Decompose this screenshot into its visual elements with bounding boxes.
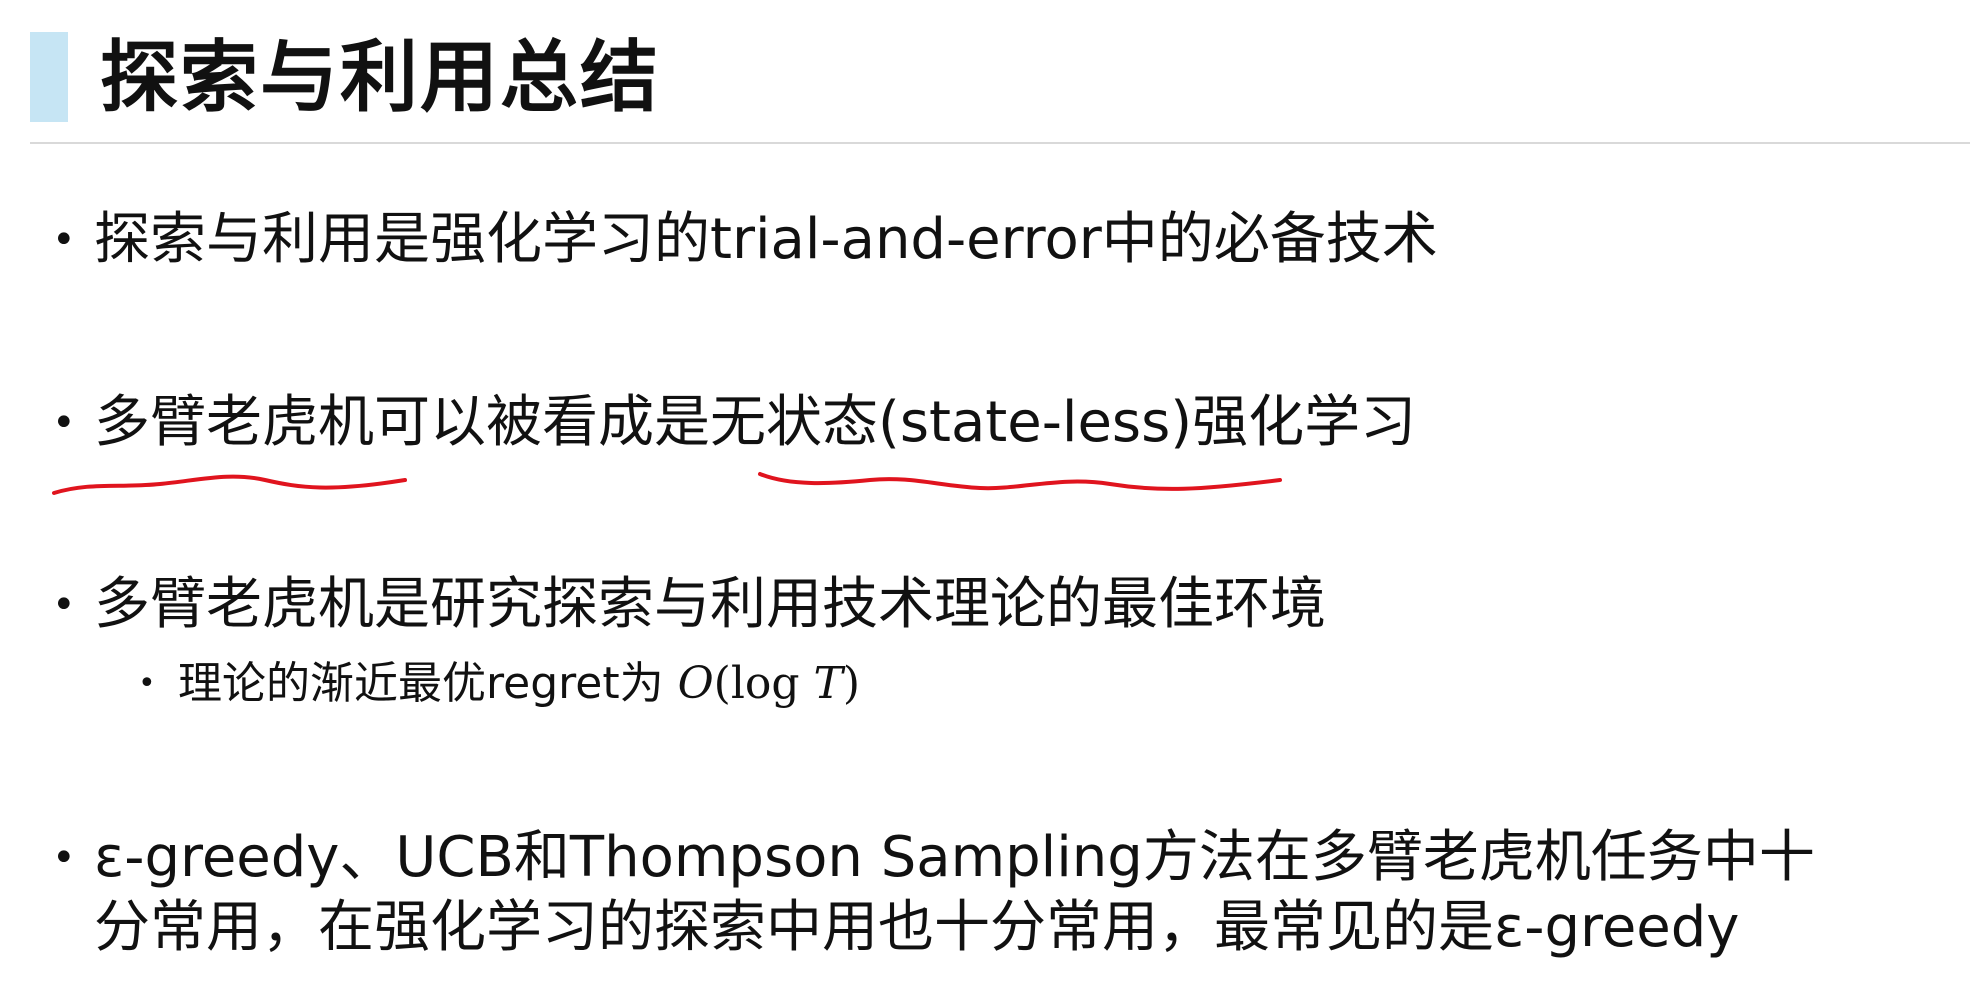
bullet-text: 探索与利用是强化学习的trial-and-error中的必备技术 <box>94 207 1438 272</box>
formula-variable-t: T <box>813 658 843 709</box>
bullet-text: ε-greedy、UCB和Thompson Sampling方法在多臂老虎机任务… <box>94 823 1815 963</box>
bullet-text-end: 强化学习 <box>1192 390 1417 455</box>
title-divider <box>30 142 1970 144</box>
big-o: O <box>677 658 714 709</box>
bullet-text-line-1: ε-greedy、UCB和Thompson Sampling方法在多臂老虎机任务… <box>94 825 1815 890</box>
bullet-text: 多臂老虎机是研究探索与利用技术理论的最佳环境 <box>94 572 1326 637</box>
term-multi-armed-bandit: 多臂老虎机 <box>94 390 374 455</box>
bullet-text: 多臂老虎机可以被看成是无状态(state-less)强化学习 <box>94 388 1416 458</box>
bullet-text-middle: 可以被看成是 <box>374 390 710 455</box>
formula-open: (log <box>713 658 814 709</box>
title-accent-bar <box>30 32 68 122</box>
bullet-text-line-2: 分常用，在强化学习的探索中用也十分常用，最常见的是ε-greedy <box>94 895 1740 960</box>
bullet-dot: • <box>52 835 76 881</box>
term-stateless: 无状态(state-less) <box>710 390 1193 455</box>
regret-formula: O(log T) <box>678 658 861 709</box>
wavy-underline-stateless <box>758 472 1282 491</box>
formula-close: ) <box>842 658 861 709</box>
sub-bullet-text: 理论的渐近最优regret为 O(log T) <box>178 656 860 712</box>
sub-bullet-label: 理论的渐近最优regret为 <box>178 658 664 709</box>
bullet-dot: • <box>52 400 76 446</box>
slide: 探索与利用总结 • 探索与利用是强化学习的trial-and-error中的必备… <box>0 0 1970 1006</box>
bullet-dot: • <box>52 217 76 263</box>
slide-title: 探索与利用总结 <box>100 33 661 123</box>
wavy-underline-bandit <box>52 474 407 495</box>
sub-bullet-dot: • <box>138 666 156 701</box>
bullet-dot: • <box>52 582 76 628</box>
